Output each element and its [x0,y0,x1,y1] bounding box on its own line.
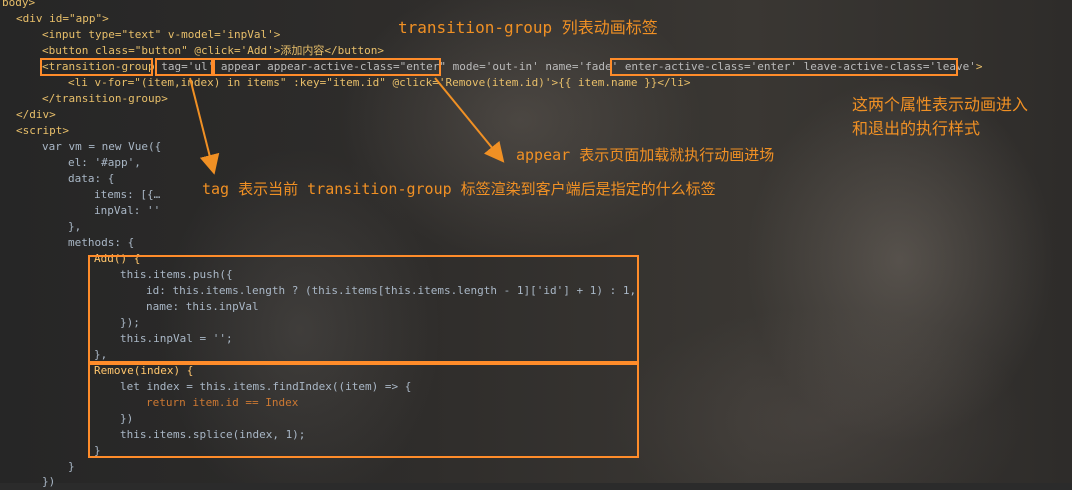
annotation-arrows [189,77,505,175]
appear-arrow [434,77,505,163]
annotation-appear: appear 表示页面加载就执行动画进场 [516,146,775,164]
annotation-enter-leave-line2: 和退出的执行样式 [852,119,981,138]
annotation-tag: tag 表示当前 transition-group 标签渲染到客户端后是指定的什… [202,180,716,198]
annotation-enter-leave-line1: 这两个属性表示动画进入 [852,95,1029,114]
tag-arrow [189,77,220,175]
annotation-title: transition-group 列表动画标签 [398,18,658,37]
